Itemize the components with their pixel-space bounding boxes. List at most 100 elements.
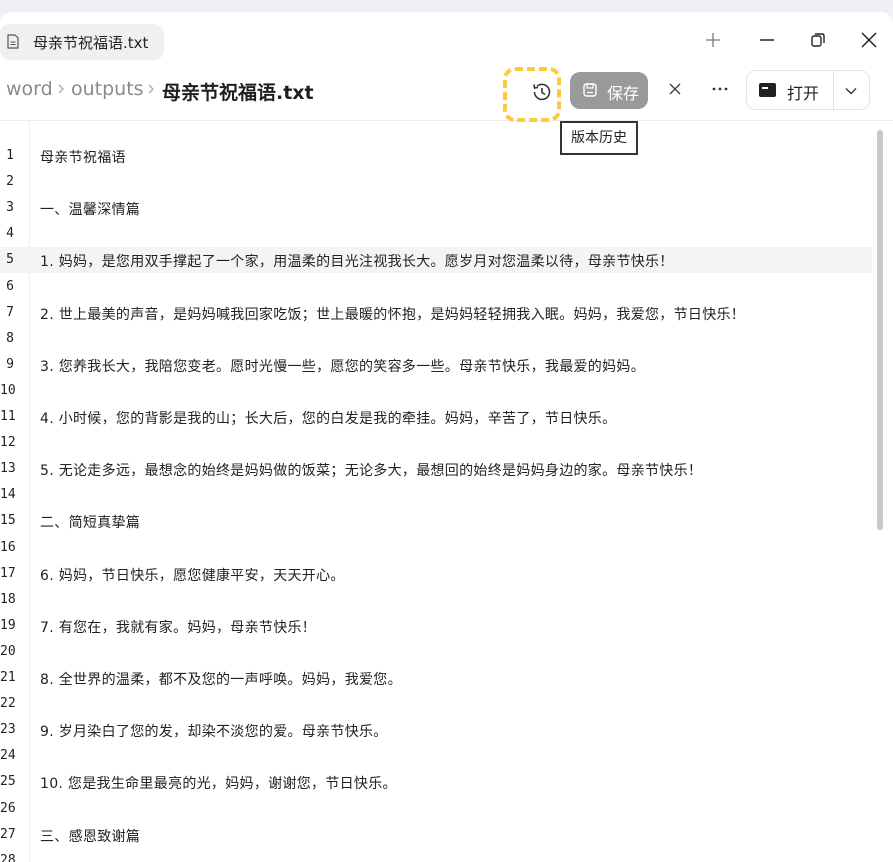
editor-line[interactable]: 16 <box>0 535 872 561</box>
save-button[interactable]: 保存 <box>570 72 648 109</box>
line-number: 22 <box>0 696 16 712</box>
line-text: 9. 岁月染白了您的发，却染不淡您的爱。母亲节快乐。 <box>40 724 388 741</box>
line-number: 11 <box>0 409 16 424</box>
line-text: 三、感恩致谢篇 <box>40 828 141 845</box>
editor-line[interactable]: 11 4. 小时候，您的背影是我的山；长大后，您的白发是我的牵挂。妈妈，辛苦了，节… <box>0 404 872 430</box>
line-text: 10. 您是我生命里最亮的光，妈妈，谢谢您，节日快乐。 <box>40 776 397 793</box>
line-number: 27 <box>0 826 16 842</box>
editor-line[interactable]: 20 <box>0 639 872 665</box>
terminal-icon <box>759 83 776 97</box>
close-window-button[interactable] <box>853 24 885 56</box>
more-options-button[interactable] <box>708 78 732 100</box>
breadcrumb-item[interactable]: word <box>6 78 53 100</box>
line-text: 3. 您养我长大，我陪您变老。愿时光慢一些，愿您的笑容多一些。母亲节快乐，我最爱… <box>40 358 646 375</box>
minimize-icon <box>760 39 774 41</box>
editor-line[interactable]: 13 5. 无论走多远，最想念的始终是妈妈做的饭菜；无论多大，最想回的始终是妈妈身… <box>0 456 872 482</box>
line-text: 4. 小时候，您的背影是我的山；长大后，您的白发是我的牵挂。妈妈，辛苦了，节日快… <box>40 411 617 427</box>
close-icon <box>861 32 877 48</box>
editor-line[interactable]: 28 <box>0 848 872 862</box>
editor-line[interactable]: 5 1. 妈妈，是您用双手撑起了一个家，用温柔的目光注视我长大。愿岁月对您温柔以待… <box>0 247 872 274</box>
line-number: 6 <box>6 278 14 294</box>
line-number: 14 <box>0 487 16 503</box>
restore-button[interactable] <box>802 24 834 56</box>
line-number: 25 <box>0 774 16 790</box>
new-tab-button[interactable] <box>697 24 729 56</box>
line-number: 2 <box>6 174 14 190</box>
editor-line[interactable]: 2 <box>0 169 872 195</box>
editor-line[interactable]: 22 <box>0 691 872 717</box>
open-label: 打开 <box>787 84 820 103</box>
line-number: 12 <box>0 435 16 451</box>
editor-line[interactable]: 25 10. 您是我生命里最亮的光，妈妈，谢谢您，节日快乐。 <box>0 769 872 795</box>
line-number: 3 <box>6 200 14 216</box>
editor-line[interactable]: 26 <box>0 796 872 822</box>
editor-line[interactable]: 18 <box>0 587 872 613</box>
vertical-scrollbar[interactable] <box>877 130 883 530</box>
editor-line[interactable]: 15 二、简短真挚篇 <box>0 508 872 534</box>
chevron-down-icon[interactable] <box>844 84 858 98</box>
editor-line[interactable]: 17 6. 妈妈，节日快乐，愿您健康平安，天天开心。 <box>0 561 872 587</box>
line-number: 26 <box>0 800 16 816</box>
file-tab-label: 母亲节祝福语.txt <box>33 34 149 52</box>
line-number: 7 <box>6 304 14 320</box>
line-text: 5. 无论走多远，最想念的始终是妈妈做的饭菜；无论多大，最想回的始终是妈妈身边的… <box>40 463 703 480</box>
breadcrumb-current: 母亲节祝福语.txt <box>162 82 314 104</box>
line-number: 10 <box>0 382 16 398</box>
line-number: 28 <box>0 852 16 862</box>
line-number: 1 <box>6 148 14 163</box>
line-text: 母亲节祝福语 <box>40 150 126 166</box>
line-text: 8. 全世界的温柔，都不及您的一声呼唤。妈妈，我爱您。 <box>40 672 402 688</box>
editor-line[interactable]: 10 <box>0 378 872 404</box>
save-icon <box>583 83 597 97</box>
file-toolbar: word outputs 母亲节祝福语.txt 保存 打开 <box>0 64 893 122</box>
tab-bar: 母亲节祝福语.txt <box>0 12 893 64</box>
version-history-button[interactable] <box>528 78 556 106</box>
line-text: 6. 妈妈，节日快乐，愿您健康平安，天天开心。 <box>40 567 345 584</box>
line-number: 15 <box>0 513 16 529</box>
editor-line[interactable]: 23 9. 岁月染白了您的发，却染不淡您的爱。母亲节快乐。 <box>0 717 872 743</box>
button-divider <box>833 71 834 109</box>
open-with-button[interactable]: 打开 <box>746 70 870 110</box>
line-number: 19 <box>0 617 16 633</box>
editor-line[interactable]: 19 7. 有您在，我就有家。妈妈，母亲节快乐！ <box>0 613 872 639</box>
editor-line[interactable]: 3 一、温馨深情篇 <box>0 195 872 221</box>
close-icon <box>669 83 681 95</box>
breadcrumb-item[interactable]: outputs <box>71 78 144 100</box>
more-icon <box>712 87 728 91</box>
editor-line[interactable]: 4 <box>0 221 872 247</box>
line-number: 16 <box>0 539 16 555</box>
text-editor[interactable]: 1 母亲节祝福语 2 3 一、温馨深情篇 4 5 1. 妈妈，是您用双手撑起了一个家，用温柔的… <box>0 120 893 862</box>
editor-line[interactable]: 6 <box>0 274 872 300</box>
file-tab[interactable]: 母亲节祝福语.txt <box>0 24 164 60</box>
editor-line[interactable]: 12 <box>0 430 872 456</box>
line-number: 13 <box>0 461 16 477</box>
line-text: 7. 有您在，我就有家。妈妈，母亲节快乐！ <box>40 619 317 636</box>
editor-line[interactable]: 9 3. 您养我长大，我陪您变老。愿时光慢一些，愿您的笑容多一些。母亲节快乐，我最… <box>0 352 872 378</box>
line-number: 18 <box>0 591 16 607</box>
line-text: 二、简短真挚篇 <box>40 515 141 532</box>
minimize-button[interactable] <box>751 24 783 56</box>
line-number: 23 <box>0 722 16 738</box>
restore-icon <box>811 33 825 47</box>
editor-line[interactable]: 14 <box>0 482 872 508</box>
editor-line[interactable]: 24 <box>0 743 872 769</box>
editor-line[interactable]: 21 8. 全世界的温柔，都不及您的一声呼唤。妈妈，我爱您。 <box>0 665 872 691</box>
plus-icon <box>706 33 720 47</box>
line-number: 24 <box>0 748 16 764</box>
close-file-button[interactable] <box>664 78 686 100</box>
line-number: 20 <box>0 643 16 659</box>
editor-line[interactable]: 8 <box>0 326 872 352</box>
line-number: 5 <box>6 252 14 268</box>
editor-line[interactable]: 27 三、感恩致谢篇 <box>0 822 872 848</box>
editor-line[interactable]: 1 母亲节祝福语 <box>0 143 872 169</box>
line-text: 1. 妈妈，是您用双手撑起了一个家，用温柔的目光注视我长大。愿岁月对您温柔以待，… <box>40 254 674 271</box>
chevron-right-icon <box>148 84 154 94</box>
line-number: 9 <box>6 356 14 372</box>
line-number: 8 <box>6 330 14 346</box>
version-history-tooltip: 版本历史 <box>560 121 638 155</box>
editor-window: 母亲节祝福语.txt word outputs 母亲节祝福语.txt 保存 打开… <box>0 12 893 862</box>
history-icon <box>533 83 551 101</box>
line-number: 4 <box>6 226 14 242</box>
save-label: 保存 <box>607 84 640 103</box>
editor-line[interactable]: 7 2. 世上最美的声音，是妈妈喊我回家吃饭；世上最暖的怀抱，是妈妈轻轻拥我入眠。… <box>0 300 872 326</box>
